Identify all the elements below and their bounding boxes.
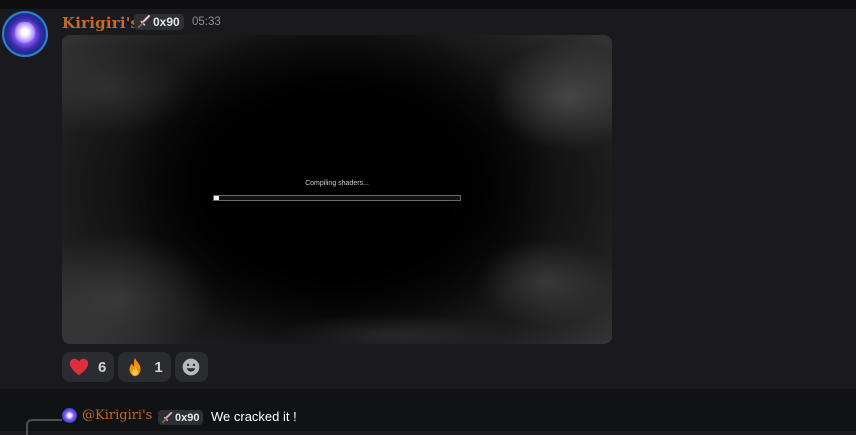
reaction-heart[interactable]: 6 (62, 352, 115, 382)
progress-fill (214, 196, 219, 200)
tag-label: 0x90 (175, 411, 200, 424)
reply-server-tag[interactable]: 0x90 (158, 410, 204, 425)
reaction-count: 6 (98, 358, 107, 376)
server-tag[interactable]: 0x90 (134, 14, 184, 30)
reply-preview[interactable]: @Kirigiri's 0x90 We cracked it ! (0, 389, 856, 435)
reply-mention[interactable]: @Kirigiri's (82, 408, 152, 423)
media-attachment[interactable]: Compiling shaders... (62, 35, 612, 344)
author-name[interactable]: Kirigiri's (62, 14, 139, 32)
sword-icon (161, 411, 173, 423)
avatar[interactable] (2, 11, 48, 57)
add-reaction-button[interactable] (174, 352, 208, 382)
reply-avatar[interactable] (62, 408, 77, 423)
message: Kirigiri's 0x90 05:33 Compiling shaders.… (0, 9, 856, 389)
timestamp[interactable]: 05:33 (192, 16, 221, 28)
reaction-fire[interactable]: 1 (118, 352, 171, 382)
progress-bar (213, 195, 461, 201)
smiley-face-icon (182, 358, 200, 376)
reaction-count: 1 (154, 358, 163, 376)
reply-connector (26, 419, 62, 435)
tag-label: 0x90 (153, 15, 180, 29)
top-divider (0, 0, 856, 9)
loading-text: Compiling shaders... (305, 180, 369, 187)
heart-icon (69, 358, 89, 376)
reactions-bar: 6 1 (62, 352, 208, 382)
reply-text: We cracked it ! (211, 409, 297, 424)
sword-icon (138, 15, 151, 28)
fire-icon (129, 357, 141, 377)
